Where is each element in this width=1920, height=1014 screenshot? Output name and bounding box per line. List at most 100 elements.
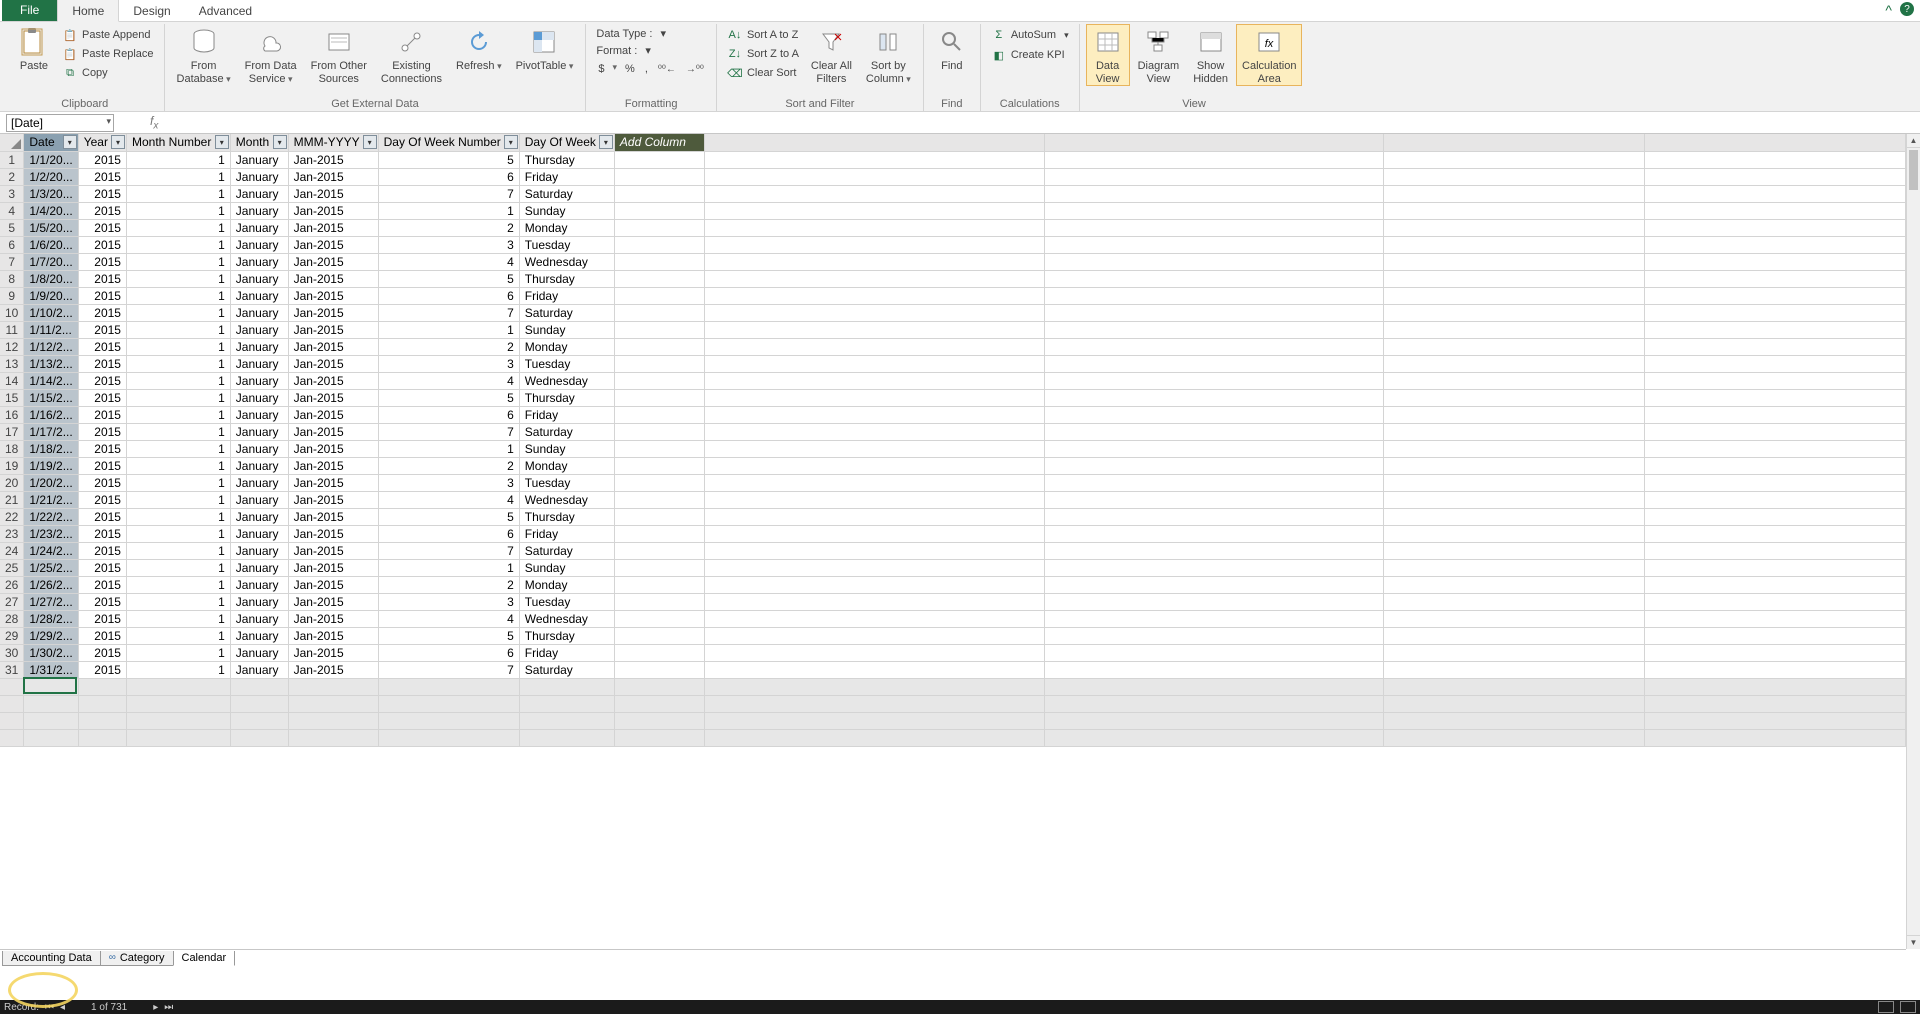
- row-header[interactable]: 23: [0, 525, 24, 542]
- view-diagram-icon[interactable]: [1900, 1001, 1916, 1013]
- cell-empty[interactable]: [704, 321, 1044, 338]
- cell-empty[interactable]: [1645, 151, 1906, 168]
- calc-area-row[interactable]: [0, 695, 1906, 712]
- fx-icon[interactable]: fx: [150, 114, 158, 131]
- from-database-button[interactable]: From Database: [171, 24, 237, 85]
- cell-year[interactable]: 2015: [78, 321, 126, 338]
- cell-month-number[interactable]: 1: [126, 185, 230, 202]
- row-header[interactable]: 29: [0, 627, 24, 644]
- cell-empty[interactable]: [378, 695, 519, 712]
- cell-empty[interactable]: [1384, 661, 1645, 678]
- cell-empty[interactable]: [126, 695, 230, 712]
- cell-empty[interactable]: [614, 338, 704, 355]
- cell-empty[interactable]: [1645, 304, 1906, 321]
- cell-date[interactable]: 1/25/2...: [24, 559, 78, 576]
- cell-month[interactable]: January: [230, 423, 288, 440]
- sheet-tab-accounting-data[interactable]: Accounting Data: [2, 951, 101, 966]
- cell-month-number[interactable]: 1: [126, 661, 230, 678]
- cell-empty[interactable]: [1645, 440, 1906, 457]
- cell-empty[interactable]: [1645, 610, 1906, 627]
- table-row[interactable]: 23 1/23/2... 2015 1 January Jan-2015 6 F…: [0, 525, 1906, 542]
- cell-empty[interactable]: [24, 678, 78, 695]
- cell-empty[interactable]: [1645, 338, 1906, 355]
- table-row[interactable]: 9 1/9/20... 2015 1 January Jan-2015 6 Fr…: [0, 287, 1906, 304]
- cell-empty[interactable]: [614, 474, 704, 491]
- cell-empty[interactable]: [1044, 287, 1384, 304]
- cell-dow[interactable]: Thursday: [519, 627, 614, 644]
- cell-empty[interactable]: [704, 440, 1044, 457]
- row-header[interactable]: 9: [0, 287, 24, 304]
- cell-empty[interactable]: [704, 338, 1044, 355]
- cell-empty[interactable]: [1645, 202, 1906, 219]
- cell-dow-number[interactable]: 7: [378, 661, 519, 678]
- cell-month[interactable]: January: [230, 219, 288, 236]
- row-header[interactable]: 14: [0, 372, 24, 389]
- cell-month-number[interactable]: 1: [126, 389, 230, 406]
- cell-year[interactable]: 2015: [78, 661, 126, 678]
- cell-dow-number[interactable]: 2: [378, 219, 519, 236]
- cell-month-number[interactable]: 1: [126, 627, 230, 644]
- cell-month-number[interactable]: 1: [126, 542, 230, 559]
- cell-dow-number[interactable]: 5: [378, 151, 519, 168]
- cell-month[interactable]: January: [230, 661, 288, 678]
- table-row[interactable]: 20 1/20/2... 2015 1 January Jan-2015 3 T…: [0, 474, 1906, 491]
- cell-empty[interactable]: [126, 729, 230, 746]
- cell-month-number[interactable]: 1: [126, 338, 230, 355]
- cell-month[interactable]: January: [230, 440, 288, 457]
- cell-dow-number[interactable]: 3: [378, 593, 519, 610]
- cell-date[interactable]: 1/21/2...: [24, 491, 78, 508]
- copy-button[interactable]: ⧉Copy: [58, 64, 158, 82]
- format-dropdown[interactable]: Format :▾: [592, 43, 654, 58]
- cell-empty[interactable]: [1044, 202, 1384, 219]
- paste-replace-button[interactable]: 📋Paste Replace: [58, 45, 158, 63]
- cell-dow-number[interactable]: 3: [378, 355, 519, 372]
- cell-empty[interactable]: [288, 695, 378, 712]
- cell-year[interactable]: 2015: [78, 338, 126, 355]
- cell-empty[interactable]: [704, 253, 1044, 270]
- cell-mmm-yyyy[interactable]: Jan-2015: [288, 491, 378, 508]
- cell-empty[interactable]: [614, 168, 704, 185]
- cell-empty[interactable]: [1645, 661, 1906, 678]
- cell-empty[interactable]: [1384, 678, 1645, 695]
- cell-empty[interactable]: [1044, 729, 1384, 746]
- formula-input[interactable]: [168, 114, 1920, 132]
- cell-dow[interactable]: Tuesday: [519, 593, 614, 610]
- cell-empty[interactable]: [1645, 185, 1906, 202]
- cell-dow-number[interactable]: 5: [378, 508, 519, 525]
- cell-empty[interactable]: [704, 627, 1044, 644]
- column-header-year[interactable]: Year▾: [78, 134, 126, 151]
- data-view-button[interactable]: Data View: [1086, 24, 1130, 86]
- table-row[interactable]: 28 1/28/2... 2015 1 January Jan-2015 4 W…: [0, 610, 1906, 627]
- cell-mmm-yyyy[interactable]: Jan-2015: [288, 627, 378, 644]
- cell-empty[interactable]: [704, 423, 1044, 440]
- row-header[interactable]: 2: [0, 168, 24, 185]
- calc-area-row[interactable]: [0, 729, 1906, 746]
- table-row[interactable]: 14 1/14/2... 2015 1 January Jan-2015 4 W…: [0, 372, 1906, 389]
- cell-dow[interactable]: Friday: [519, 525, 614, 542]
- cell-month[interactable]: January: [230, 406, 288, 423]
- cell-empty[interactable]: [1645, 372, 1906, 389]
- cell-year[interactable]: 2015: [78, 423, 126, 440]
- cell-empty[interactable]: [1044, 508, 1384, 525]
- cell-month[interactable]: January: [230, 525, 288, 542]
- cell-empty[interactable]: [1645, 559, 1906, 576]
- cell-year[interactable]: 2015: [78, 355, 126, 372]
- cell-empty[interactable]: [704, 219, 1044, 236]
- row-header[interactable]: 15: [0, 389, 24, 406]
- cell-date[interactable]: 1/2/20...: [24, 168, 78, 185]
- cell-empty[interactable]: [24, 729, 78, 746]
- cell-dow[interactable]: Monday: [519, 338, 614, 355]
- cell-empty[interactable]: [704, 695, 1044, 712]
- row-header[interactable]: 26: [0, 576, 24, 593]
- cell-empty[interactable]: [1645, 457, 1906, 474]
- cell-empty[interactable]: [614, 304, 704, 321]
- cell-empty[interactable]: [1384, 542, 1645, 559]
- cell-mmm-yyyy[interactable]: Jan-2015: [288, 406, 378, 423]
- cell-empty[interactable]: [1044, 406, 1384, 423]
- cell-empty[interactable]: [1384, 593, 1645, 610]
- row-header[interactable]: 12: [0, 338, 24, 355]
- data-grid-scroll[interactable]: Date▾Year▾Month Number▾Month▾MMM-YYYY▾Da…: [0, 134, 1906, 949]
- cell-empty[interactable]: [704, 525, 1044, 542]
- table-row[interactable]: 21 1/21/2... 2015 1 January Jan-2015 4 W…: [0, 491, 1906, 508]
- table-row[interactable]: 17 1/17/2... 2015 1 January Jan-2015 7 S…: [0, 423, 1906, 440]
